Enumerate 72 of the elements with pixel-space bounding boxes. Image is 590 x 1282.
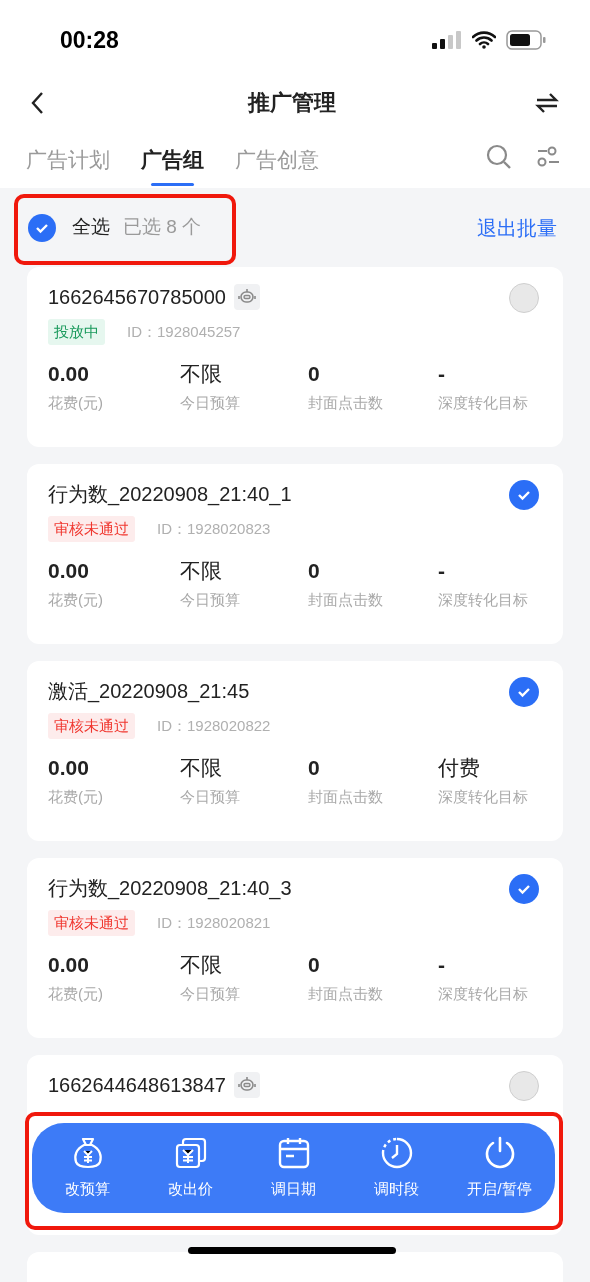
stat-value: 0 [308, 755, 321, 781]
stat-label: 今日预算 [180, 787, 241, 807]
stat-value: 0.00 [48, 755, 90, 781]
group-id: ID：1928045257 [127, 321, 241, 342]
stat-label: 深度转化目标 [438, 787, 529, 807]
signal-icon [432, 31, 462, 49]
group-title: 激活_20220908_21:45 [48, 679, 250, 705]
action-button[interactable]: 调日期 [243, 1135, 344, 1201]
stat-label: 封面点击数 [308, 590, 384, 610]
stat-value: 付费 [438, 755, 481, 781]
action-button[interactable]: 开启/暂停 [449, 1135, 550, 1201]
battery-icon [506, 30, 546, 50]
search-icon[interactable] [486, 143, 512, 170]
stat-label: 封面点击数 [308, 984, 384, 1004]
stat-label: 深度转化目标 [438, 590, 529, 610]
page-title: 推广管理 [248, 89, 336, 117]
action-button[interactable]: 改预算 [37, 1135, 138, 1201]
group-title: 行为数_20220908_21:40_1 [48, 482, 292, 508]
exit-batch-link[interactable]: 退出批量 [477, 212, 557, 243]
filter-icon[interactable] [536, 144, 560, 169]
stat-label: 封面点击数 [308, 393, 384, 413]
stat-label: 花费(元) [48, 787, 104, 807]
group-id: ID：1928020822 [157, 715, 271, 736]
select-checkbox[interactable] [509, 1071, 539, 1101]
stat-label: 今日预算 [180, 590, 241, 610]
stat-value: 0.00 [48, 361, 90, 387]
tab[interactable]: 广告计划 [26, 135, 110, 184]
stat-value: - [438, 361, 446, 387]
select-checkbox[interactable] [509, 677, 539, 707]
clock-icon [379, 1135, 414, 1170]
calendar-icon [276, 1135, 311, 1170]
status-time: 00:28 [60, 25, 119, 55]
select-all-label: 全选 [72, 215, 110, 240]
group-title: 1662644648613847 [48, 1073, 226, 1098]
stat-value: 0 [308, 558, 321, 584]
selected-count: 已选 8 个 [123, 215, 202, 240]
status-tag: 投放中 [48, 319, 105, 345]
wifi-icon [472, 31, 496, 49]
status-tag: 审核未通过 [48, 910, 135, 936]
stat-label: 深度转化目标 [438, 984, 529, 1004]
stat-value: 0 [308, 952, 321, 978]
stat-label: 封面点击数 [308, 787, 384, 807]
stat-value: 不限 [180, 755, 223, 781]
group-id: ID：1928020823 [157, 518, 271, 539]
group-id: ID：1928020821 [157, 912, 271, 933]
stat-label: 今日预算 [180, 984, 241, 1004]
stat-value: 不限 [180, 558, 223, 584]
stat-value: - [438, 558, 446, 584]
stat-value: 0 [308, 361, 321, 387]
tab[interactable]: 广告创意 [235, 135, 319, 184]
stat-label: 花费(元) [48, 984, 104, 1004]
stat-value: 0.00 [48, 558, 90, 584]
status-tag: 审核未通过 [48, 516, 135, 542]
stat-value: 不限 [180, 361, 223, 387]
stat-value: - [438, 952, 446, 978]
select-checkbox[interactable] [509, 874, 539, 904]
stat-label: 花费(元) [48, 393, 104, 413]
action-button[interactable]: 调时段 [346, 1135, 447, 1201]
price-tag-icon [173, 1135, 208, 1170]
action-button[interactable]: 改出价 [140, 1135, 241, 1201]
tab[interactable]: 广告组 [141, 135, 204, 184]
stat-value: 0.00 [48, 952, 90, 978]
stat-label: 花费(元) [48, 590, 104, 610]
status-tag: 审核未通过 [48, 713, 135, 739]
group-title: 1662645670785000 [48, 285, 226, 310]
group-title: 行为数_20220908_21:40_3 [48, 876, 292, 902]
select-all-checkbox[interactable] [28, 213, 56, 242]
stat-label: 深度转化目标 [438, 393, 529, 413]
select-checkbox[interactable] [509, 480, 539, 510]
select-checkbox[interactable] [509, 283, 539, 313]
stat-value: 不限 [180, 952, 223, 978]
stat-label: 今日预算 [180, 393, 241, 413]
